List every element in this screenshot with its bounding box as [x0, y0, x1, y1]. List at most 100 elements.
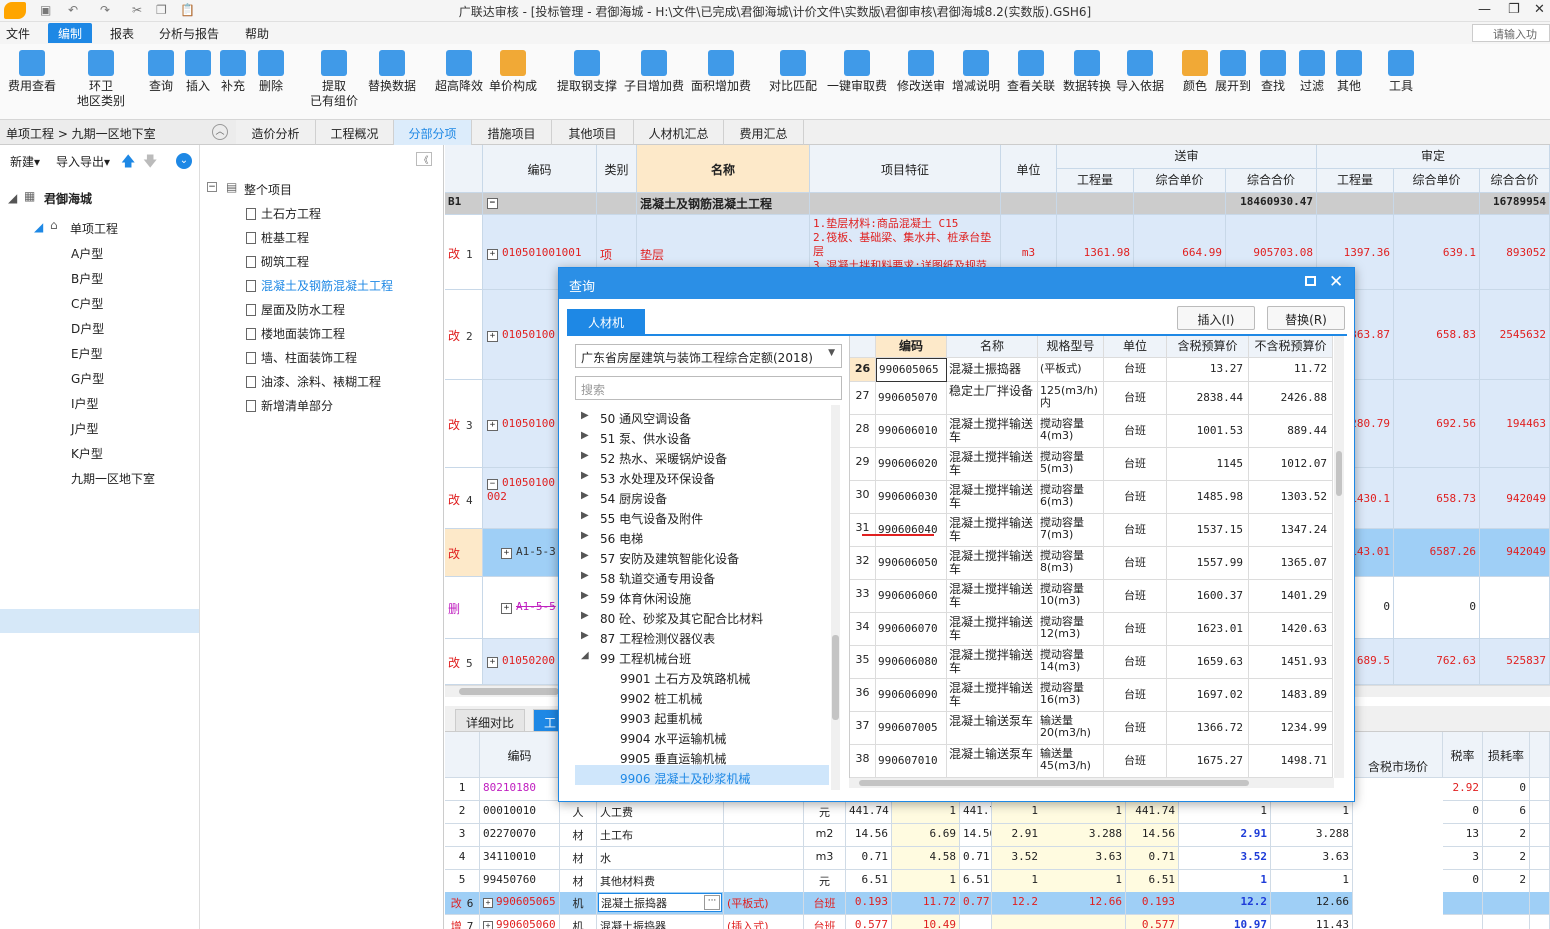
collapse-left-icon[interactable]: 《 — [416, 152, 432, 166]
minimize-icon[interactable]: — — [1478, 2, 1491, 17]
ribbon-button-6[interactable]: 提取 已有组价 — [304, 50, 364, 109]
menu-file[interactable]: 文件 — [6, 25, 30, 42]
menu-report[interactable]: 报表 — [110, 25, 134, 42]
row-code[interactable]: 990606030 — [876, 481, 947, 514]
row-code[interactable]: 990606080 — [876, 646, 947, 679]
ribbon-button-25[interactable]: 工具 — [1371, 50, 1431, 94]
subcategory-item[interactable]: 9902 桩工机械 — [620, 690, 702, 707]
ribbon-button-19[interactable]: 导入依据 — [1110, 50, 1170, 94]
category-item[interactable]: 57 安防及建筑智能化设备 — [600, 550, 739, 567]
move-down-icon[interactable]: 🡇 — [143, 151, 157, 175]
expand-arrow-icon[interactable]: ▶ — [581, 410, 589, 421]
ribbon-button-9[interactable]: 单价构成 — [483, 50, 543, 94]
section-root[interactable]: 整个项目 — [244, 181, 292, 198]
breadcrumb[interactable]: 单项工程 > 九期一区地下室 — [6, 125, 156, 142]
expand-arrow-icon[interactable]: ▶ — [581, 510, 589, 521]
section-item[interactable]: 新增清单部分 — [246, 397, 333, 414]
expand-arrow-icon[interactable]: ◢ — [581, 650, 589, 661]
expand-icon[interactable]: − — [487, 479, 498, 490]
section-item[interactable]: 油漆、涂料、裱糊工程 — [246, 373, 381, 390]
row-code[interactable]: 990606050 — [876, 547, 947, 580]
row-code[interactable]: 990606020 — [876, 448, 947, 481]
category-item[interactable]: 51 泵、供水设备 — [600, 430, 691, 447]
tab-labor-material-machine[interactable]: 人材机 — [567, 309, 645, 334]
close-icon[interactable]: ✕ — [1329, 272, 1343, 292]
maximize-icon[interactable] — [1305, 276, 1316, 286]
ribbon-button-15[interactable]: 修改送审 — [891, 50, 951, 94]
menu-analysis[interactable]: 分析与报告 — [159, 25, 219, 42]
ribbon-button-14[interactable]: 一键审取费 — [827, 50, 887, 94]
ribbon-button-10[interactable]: 提取钢支撑 — [557, 50, 617, 94]
replace-button[interactable]: 替换(R) — [1267, 306, 1345, 330]
subcategory-item[interactable]: 9905 垂直运输机械 — [620, 750, 726, 767]
row-code[interactable]: 990606040 — [876, 514, 947, 547]
expand-icon[interactable]: + — [487, 657, 498, 668]
tree-scrollbar[interactable] — [831, 405, 840, 790]
expand-icon[interactable]: + — [487, 420, 498, 431]
category-item[interactable]: 59 体育休闲设施 — [600, 590, 691, 607]
ribbon-button-8[interactable]: 超高降效 — [429, 50, 489, 94]
category-item[interactable]: 54 厨房设备 — [600, 490, 667, 507]
tree-item[interactable]: B户型 — [71, 270, 103, 287]
category-item[interactable]: 52 热水、采暖锅炉设备 — [600, 450, 727, 467]
function-search-input[interactable]: 请输入功能 — [1472, 24, 1550, 57]
row-code[interactable]: 990606070 — [876, 613, 947, 646]
new-button[interactable]: 新建▾ — [10, 153, 40, 170]
list-hscrollbar[interactable] — [849, 778, 1334, 788]
expand-arrow-icon[interactable]: ▶ — [581, 550, 589, 561]
ribbon-button-24[interactable]: 其他 — [1319, 50, 1379, 94]
row-code[interactable]: 990606010 — [876, 415, 947, 448]
category-item[interactable]: 55 电气设备及附件 — [600, 510, 703, 527]
expand-icon[interactable]: + — [483, 898, 493, 908]
category-item[interactable]: 58 轨道交通专用设备 — [600, 570, 715, 587]
section-item[interactable]: 墙、柱面装饰工程 — [246, 349, 357, 366]
menu-help[interactable]: 帮助 — [245, 25, 269, 42]
ribbon-button-7[interactable]: 替换数据 — [362, 50, 422, 94]
section-item[interactable]: 屋面及防水工程 — [246, 301, 345, 318]
expand-arrow-icon[interactable]: ▶ — [581, 490, 589, 501]
tab-0[interactable]: 造价分析 — [236, 120, 316, 145]
tab-4[interactable]: 其他项目 — [552, 120, 634, 145]
ribbon-button-13[interactable]: 对比匹配 — [763, 50, 823, 94]
insert-button[interactable]: 插入(I) — [1177, 306, 1255, 330]
category-item[interactable]: 99 工程机械台班 — [600, 650, 691, 667]
ribbon-button-11[interactable]: 子目增加费 — [624, 50, 684, 94]
tree-item[interactable]: I户型 — [71, 395, 99, 412]
tree-item[interactable]: A户型 — [71, 245, 103, 262]
expand-icon[interactable]: + — [487, 331, 498, 342]
row-code[interactable]: 990606090 — [876, 679, 947, 712]
tree-root[interactable]: 君御海城 — [44, 190, 92, 207]
ribbon-button-16[interactable]: 增减说明 — [946, 50, 1006, 94]
tab-6[interactable]: 费用汇总 — [724, 120, 804, 145]
section-item[interactable]: 混凝土及钢筋混凝土工程 — [246, 277, 393, 294]
tree-item[interactable]: G户型 — [71, 370, 104, 387]
ribbon-button-0[interactable]: 费用查看 — [2, 50, 62, 94]
quota-library-select[interactable]: 广东省房屋建筑与装饰工程综合定额(2018) ▼ — [575, 344, 842, 368]
tree-item[interactable]: 九期一区地下室 — [71, 470, 155, 487]
category-item[interactable]: 53 水处理及环保设备 — [600, 470, 715, 487]
category-item[interactable]: 56 电梯 — [600, 530, 643, 547]
section-item[interactable]: 土石方工程 — [246, 205, 321, 222]
ribbon-button-1[interactable]: 环卫 地区类别 — [71, 50, 131, 109]
expand-icon[interactable]: + — [487, 248, 498, 260]
ribbon-button-17[interactable]: 查看关联 — [1001, 50, 1061, 94]
category-item[interactable]: 80 砼、砂浆及其它配合比材料 — [600, 610, 763, 627]
close-window-icon[interactable]: ✕ — [1534, 2, 1545, 17]
expand-arrow-icon[interactable]: ▶ — [581, 470, 589, 481]
expand-icon[interactable]: + — [483, 921, 493, 929]
category-item[interactable]: 50 通风空调设备 — [600, 410, 691, 427]
tab-1[interactable]: 工程概况 — [316, 120, 394, 145]
ribbon-button-12[interactable]: 面积增加费 — [691, 50, 751, 94]
ribbon-button-5[interactable]: 删除 — [241, 50, 301, 94]
move-up-icon[interactable]: 🡅 — [121, 151, 135, 175]
dialog-search-input[interactable]: 搜索 — [575, 376, 842, 400]
expand-arrow-icon[interactable]: ▶ — [581, 590, 589, 601]
tree-item[interactable]: J户型 — [71, 420, 99, 437]
expand-arrow-icon[interactable]: ▶ — [581, 450, 589, 461]
section-item[interactable]: 楼地面装饰工程 — [246, 325, 345, 342]
row-code[interactable]: 990605070 — [876, 382, 947, 415]
expand-icon[interactable]: + — [501, 603, 512, 614]
collapse-icon[interactable]: − — [487, 198, 498, 209]
expand-arrow-icon[interactable]: ◢ — [34, 220, 43, 234]
expand-down-icon[interactable]: ⌄ — [176, 153, 192, 169]
